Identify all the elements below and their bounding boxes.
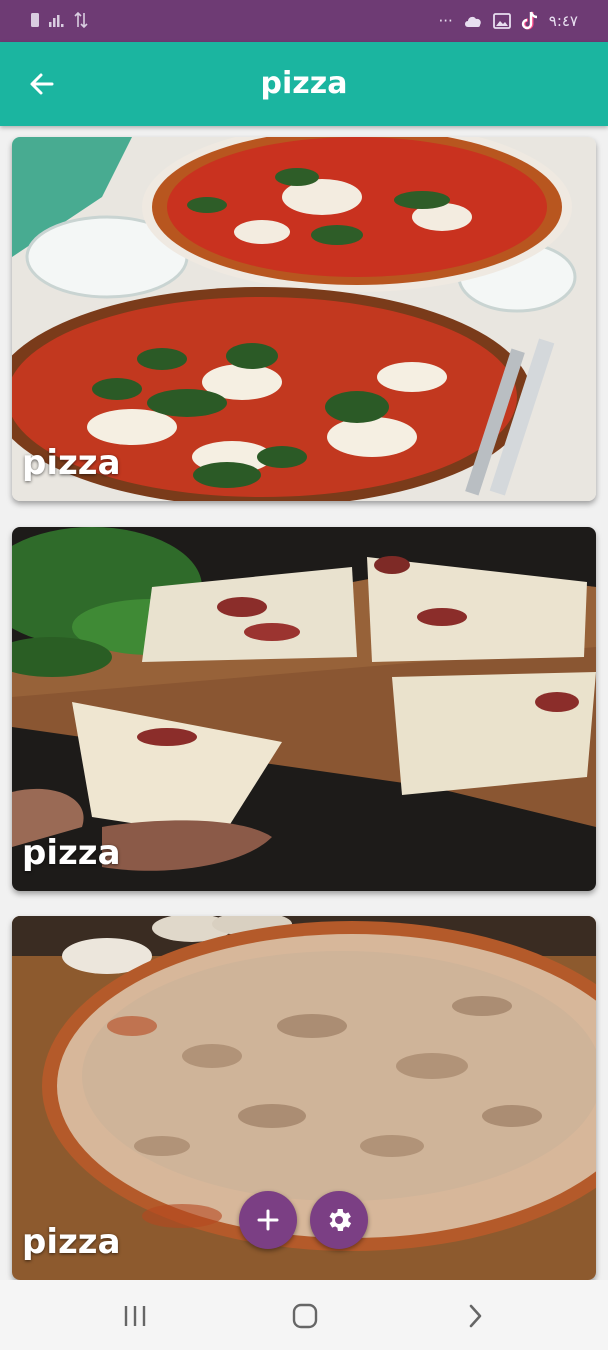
status-right-icons: ··· ٩:٤٧ [438, 11, 578, 31]
status-bar: ··· ٩:٤٧ [0, 0, 608, 42]
status-left-icons [30, 12, 88, 28]
settings-button[interactable] [310, 1191, 368, 1249]
pizza-card-2[interactable]: pizza [12, 527, 596, 891]
overflow-dots: ··· [438, 12, 453, 30]
app-bar: pizza [0, 42, 608, 126]
home-button[interactable] [285, 1300, 325, 1332]
back-chevron-icon [469, 1304, 482, 1328]
signal-icon [49, 15, 64, 27]
pizza-card-1[interactable]: pizza [12, 137, 596, 501]
home-icon [292, 1303, 318, 1329]
gear-icon [329, 1209, 352, 1231]
back-nav-button[interactable] [455, 1300, 495, 1332]
card-label: pizza [22, 833, 121, 873]
data-icon [74, 12, 88, 28]
plus-icon [257, 1209, 279, 1231]
pizza-card-3[interactable]: pizza [12, 916, 596, 1280]
card-label: pizza [22, 443, 121, 483]
cloud-icon [464, 16, 481, 27]
recent-apps-button[interactable] [115, 1300, 155, 1332]
page-title: pizza [260, 66, 348, 101]
gallery-icon [492, 13, 511, 29]
sim-icon [31, 13, 39, 27]
tiktok-icon [521, 11, 537, 30]
card-label: pizza [22, 1222, 121, 1262]
status-time: ٩:٤٧ [548, 12, 578, 30]
system-nav-bar [0, 1280, 608, 1350]
add-button[interactable] [239, 1191, 297, 1249]
recent-apps-icon [124, 1306, 146, 1326]
